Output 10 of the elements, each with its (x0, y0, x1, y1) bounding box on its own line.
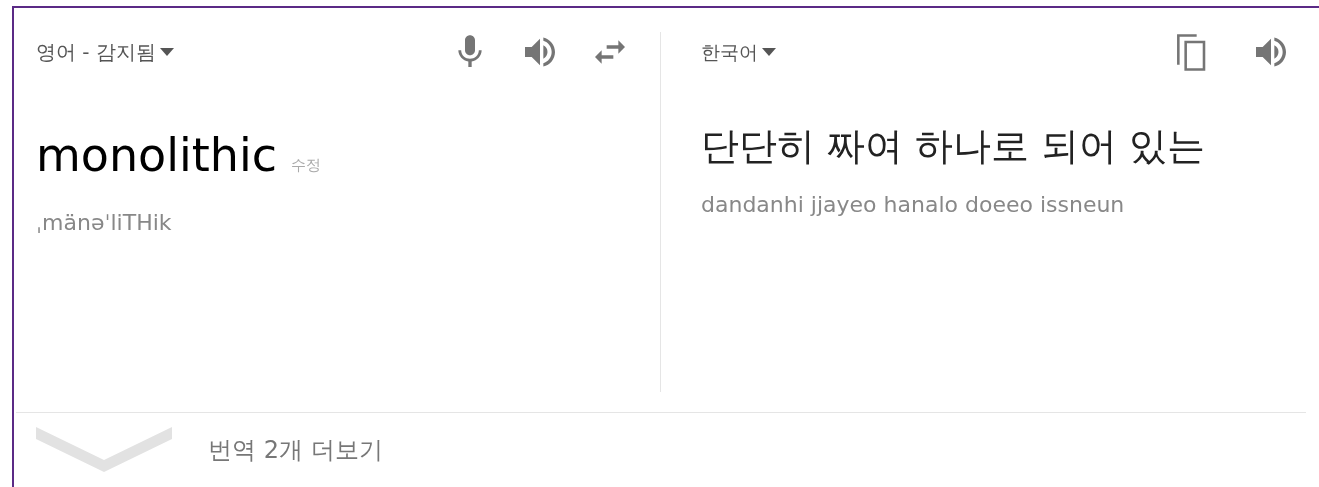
romanization: dandanhi jjayeo hanalo doeeo issneun (701, 191, 1126, 219)
caret-icon (762, 48, 776, 56)
pronunciation: ˌmänəˈliTHik (36, 209, 173, 237)
translation-text: 단단히 짜여 하나로 되어 있는 (701, 123, 1207, 170)
source-language-dropdown[interactable]: 영어 - 감지됨 (36, 37, 174, 67)
caret-icon (159, 48, 174, 56)
source-word: monolithic (36, 132, 278, 178)
more-translations-button[interactable]: 번역 2개 더보기 (14, 413, 383, 473)
target-language-dropdown[interactable]: 한국어 (701, 37, 776, 67)
chevron-down-icon (36, 427, 172, 473)
